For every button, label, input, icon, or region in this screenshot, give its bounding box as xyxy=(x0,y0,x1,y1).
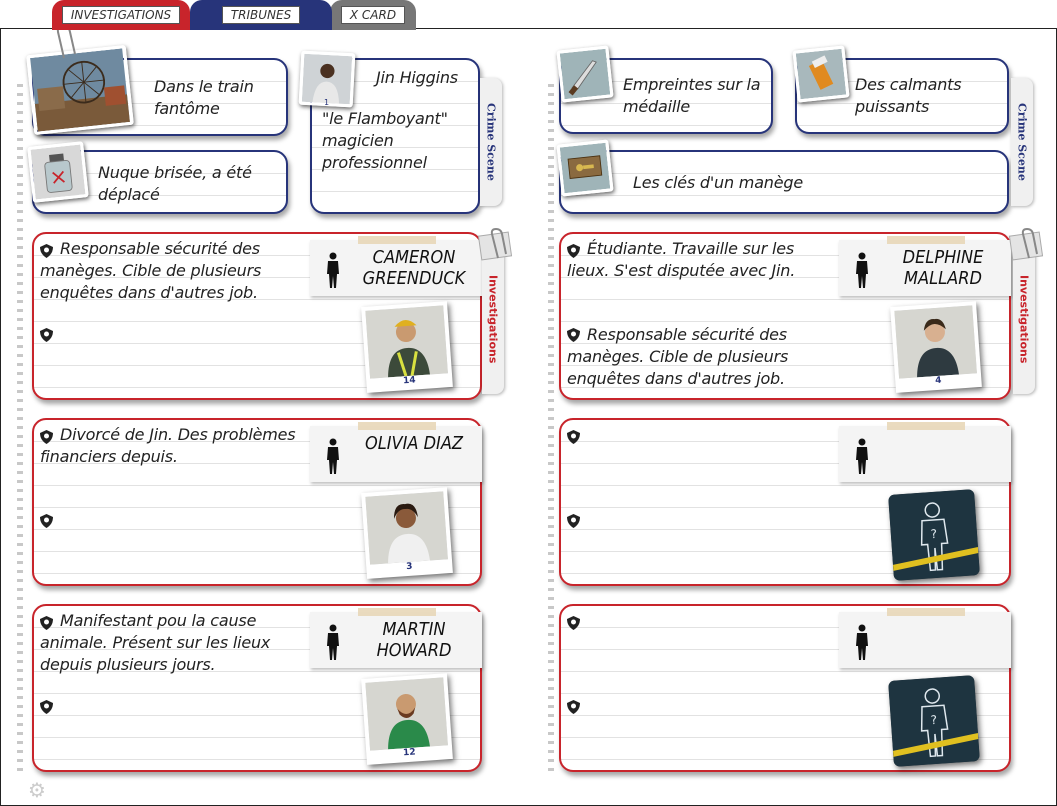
suspect-card[interactable]: Manifestant pou la cause animale. Présen… xyxy=(32,604,482,772)
tab-investigations[interactable]: INVESTIGATIONS xyxy=(52,0,190,30)
keys-box-icon xyxy=(559,142,611,194)
suspect-card[interactable]: Divorcé de Jin. Des problèmes financiers… xyxy=(32,418,482,586)
keys-card[interactable] xyxy=(556,139,614,197)
suspect-note: Manifestant pou la cause animale. Présen… xyxy=(40,611,271,674)
silhouette-icon xyxy=(856,438,868,474)
suspect-photo[interactable]: 4 xyxy=(890,301,982,393)
suspect-card[interactable]: ? xyxy=(559,418,1011,586)
suspect-name: OLIVIA DIAZ xyxy=(364,433,463,454)
suspect-name-tag: DELPHINE MALLARD xyxy=(839,236,1011,296)
suspect-name-tag: CAMERON GREENDUCK xyxy=(310,236,482,296)
suspect-portrait-icon xyxy=(365,677,448,751)
unknown-suspect-card[interactable]: ? xyxy=(888,489,980,581)
clue-text: Les clés d'un manège xyxy=(633,173,803,192)
crime-scene-side-tab[interactable]: Crime Scene xyxy=(1011,78,1033,206)
tab-tribunes[interactable]: TRIBUNES xyxy=(190,0,332,30)
svg-text:?: ? xyxy=(930,713,937,727)
shield-icon xyxy=(40,514,53,528)
suspect-name-tag: OLIVIA DIAZ xyxy=(310,422,482,482)
unknown-suspect-icon: ? xyxy=(888,675,980,767)
suspect-card[interactable]: Responsable sécurité des manèges. Cible … xyxy=(32,232,482,400)
shield-icon xyxy=(567,514,580,528)
suspect-card[interactable]: ? xyxy=(559,604,1011,772)
silhouette-icon xyxy=(327,252,339,288)
shield-icon xyxy=(40,328,53,342)
suspect-note: Étudiante. Travaille sur les lieux. S'es… xyxy=(567,239,796,280)
knife-icon xyxy=(559,48,611,100)
suspect-name: DELPHINE MALLARD xyxy=(902,247,984,289)
victim-card-number: 1 xyxy=(324,98,330,107)
silhouette-icon xyxy=(856,624,868,660)
shield-icon xyxy=(40,700,53,714)
suspect-note: Divorcé de Jin. Des problèmes financiers… xyxy=(40,425,296,466)
svg-text:?: ? xyxy=(930,527,937,541)
pill-bottle-icon xyxy=(795,48,847,100)
victim-description: "le Flamboyant" magicien professionnel xyxy=(322,109,448,172)
shield-icon xyxy=(567,616,580,630)
clue-text: Nuque brisée, a été déplacé xyxy=(98,163,252,204)
suspect-name: MARTIN HOWARD xyxy=(376,619,452,661)
knife-card[interactable] xyxy=(556,45,614,103)
suspect-name-tag: MARTIN HOWARD xyxy=(310,608,482,668)
clue-text: Dans le train fantôme xyxy=(154,77,254,118)
crime-scene-clue-card[interactable]: Les clés d'un manège xyxy=(559,150,1009,214)
crime-scene-side-tab[interactable]: Crime Scene xyxy=(480,78,502,206)
paperclip-icon xyxy=(477,228,513,261)
clue-text: Empreintes sur la médaille xyxy=(623,75,761,116)
suspect-portrait-icon xyxy=(365,305,448,379)
suspect-photo[interactable]: 14 xyxy=(361,301,453,393)
left-page: Dans le train fantôme Nuque brisée, a ét… xyxy=(14,24,513,779)
page-binding xyxy=(548,84,554,774)
victim-portrait-icon xyxy=(301,53,353,105)
suspect-photo[interactable]: 12 xyxy=(361,673,453,765)
tab-bar: INVESTIGATIONS TRIBUNES X CARD xyxy=(0,0,1057,30)
suspect-card[interactable]: Étudiante. Travaille sur les lieux. S'es… xyxy=(559,232,1011,400)
suspect-note: Responsable sécurité des manèges. Cible … xyxy=(40,239,262,302)
silhouette-icon xyxy=(327,438,339,474)
unknown-suspect-card[interactable]: ? xyxy=(888,675,980,767)
suspect-portrait-icon xyxy=(365,491,448,565)
tab-x-card[interactable]: X CARD xyxy=(330,0,416,30)
right-page: Empreintes sur la médaille Des calmants … xyxy=(545,44,1044,779)
investigations-side-tab[interactable]: Investigations xyxy=(482,244,504,394)
silhouette-icon xyxy=(327,624,339,660)
clue-text: Des calmants puissants xyxy=(855,75,962,116)
victim-name: Jin Higgins xyxy=(376,68,458,87)
suspect-name: CAMERON GREENDUCK xyxy=(362,247,466,289)
gear-icon[interactable]: ⚙ xyxy=(28,778,46,802)
suspect-photo[interactable]: 3 xyxy=(361,487,453,579)
poison-bottle-icon xyxy=(30,144,86,200)
page-binding xyxy=(17,84,23,774)
poison-bottle-card[interactable] xyxy=(27,141,89,203)
unknown-suspect-icon: ? xyxy=(888,489,980,581)
pill-bottle-card[interactable] xyxy=(792,45,850,103)
paperclip-icon xyxy=(1008,228,1044,261)
suspect-note: Responsable sécurité des manèges. Cible … xyxy=(567,325,789,388)
shield-icon xyxy=(567,430,580,444)
suspect-name-tag xyxy=(839,422,1011,482)
shield-icon xyxy=(567,700,580,714)
ferris-wheel-icon xyxy=(30,48,130,132)
investigations-side-tab[interactable]: Investigations xyxy=(1013,244,1035,394)
suspect-name-tag xyxy=(839,608,1011,668)
silhouette-icon xyxy=(856,252,868,288)
suspect-portrait-icon xyxy=(894,305,977,379)
